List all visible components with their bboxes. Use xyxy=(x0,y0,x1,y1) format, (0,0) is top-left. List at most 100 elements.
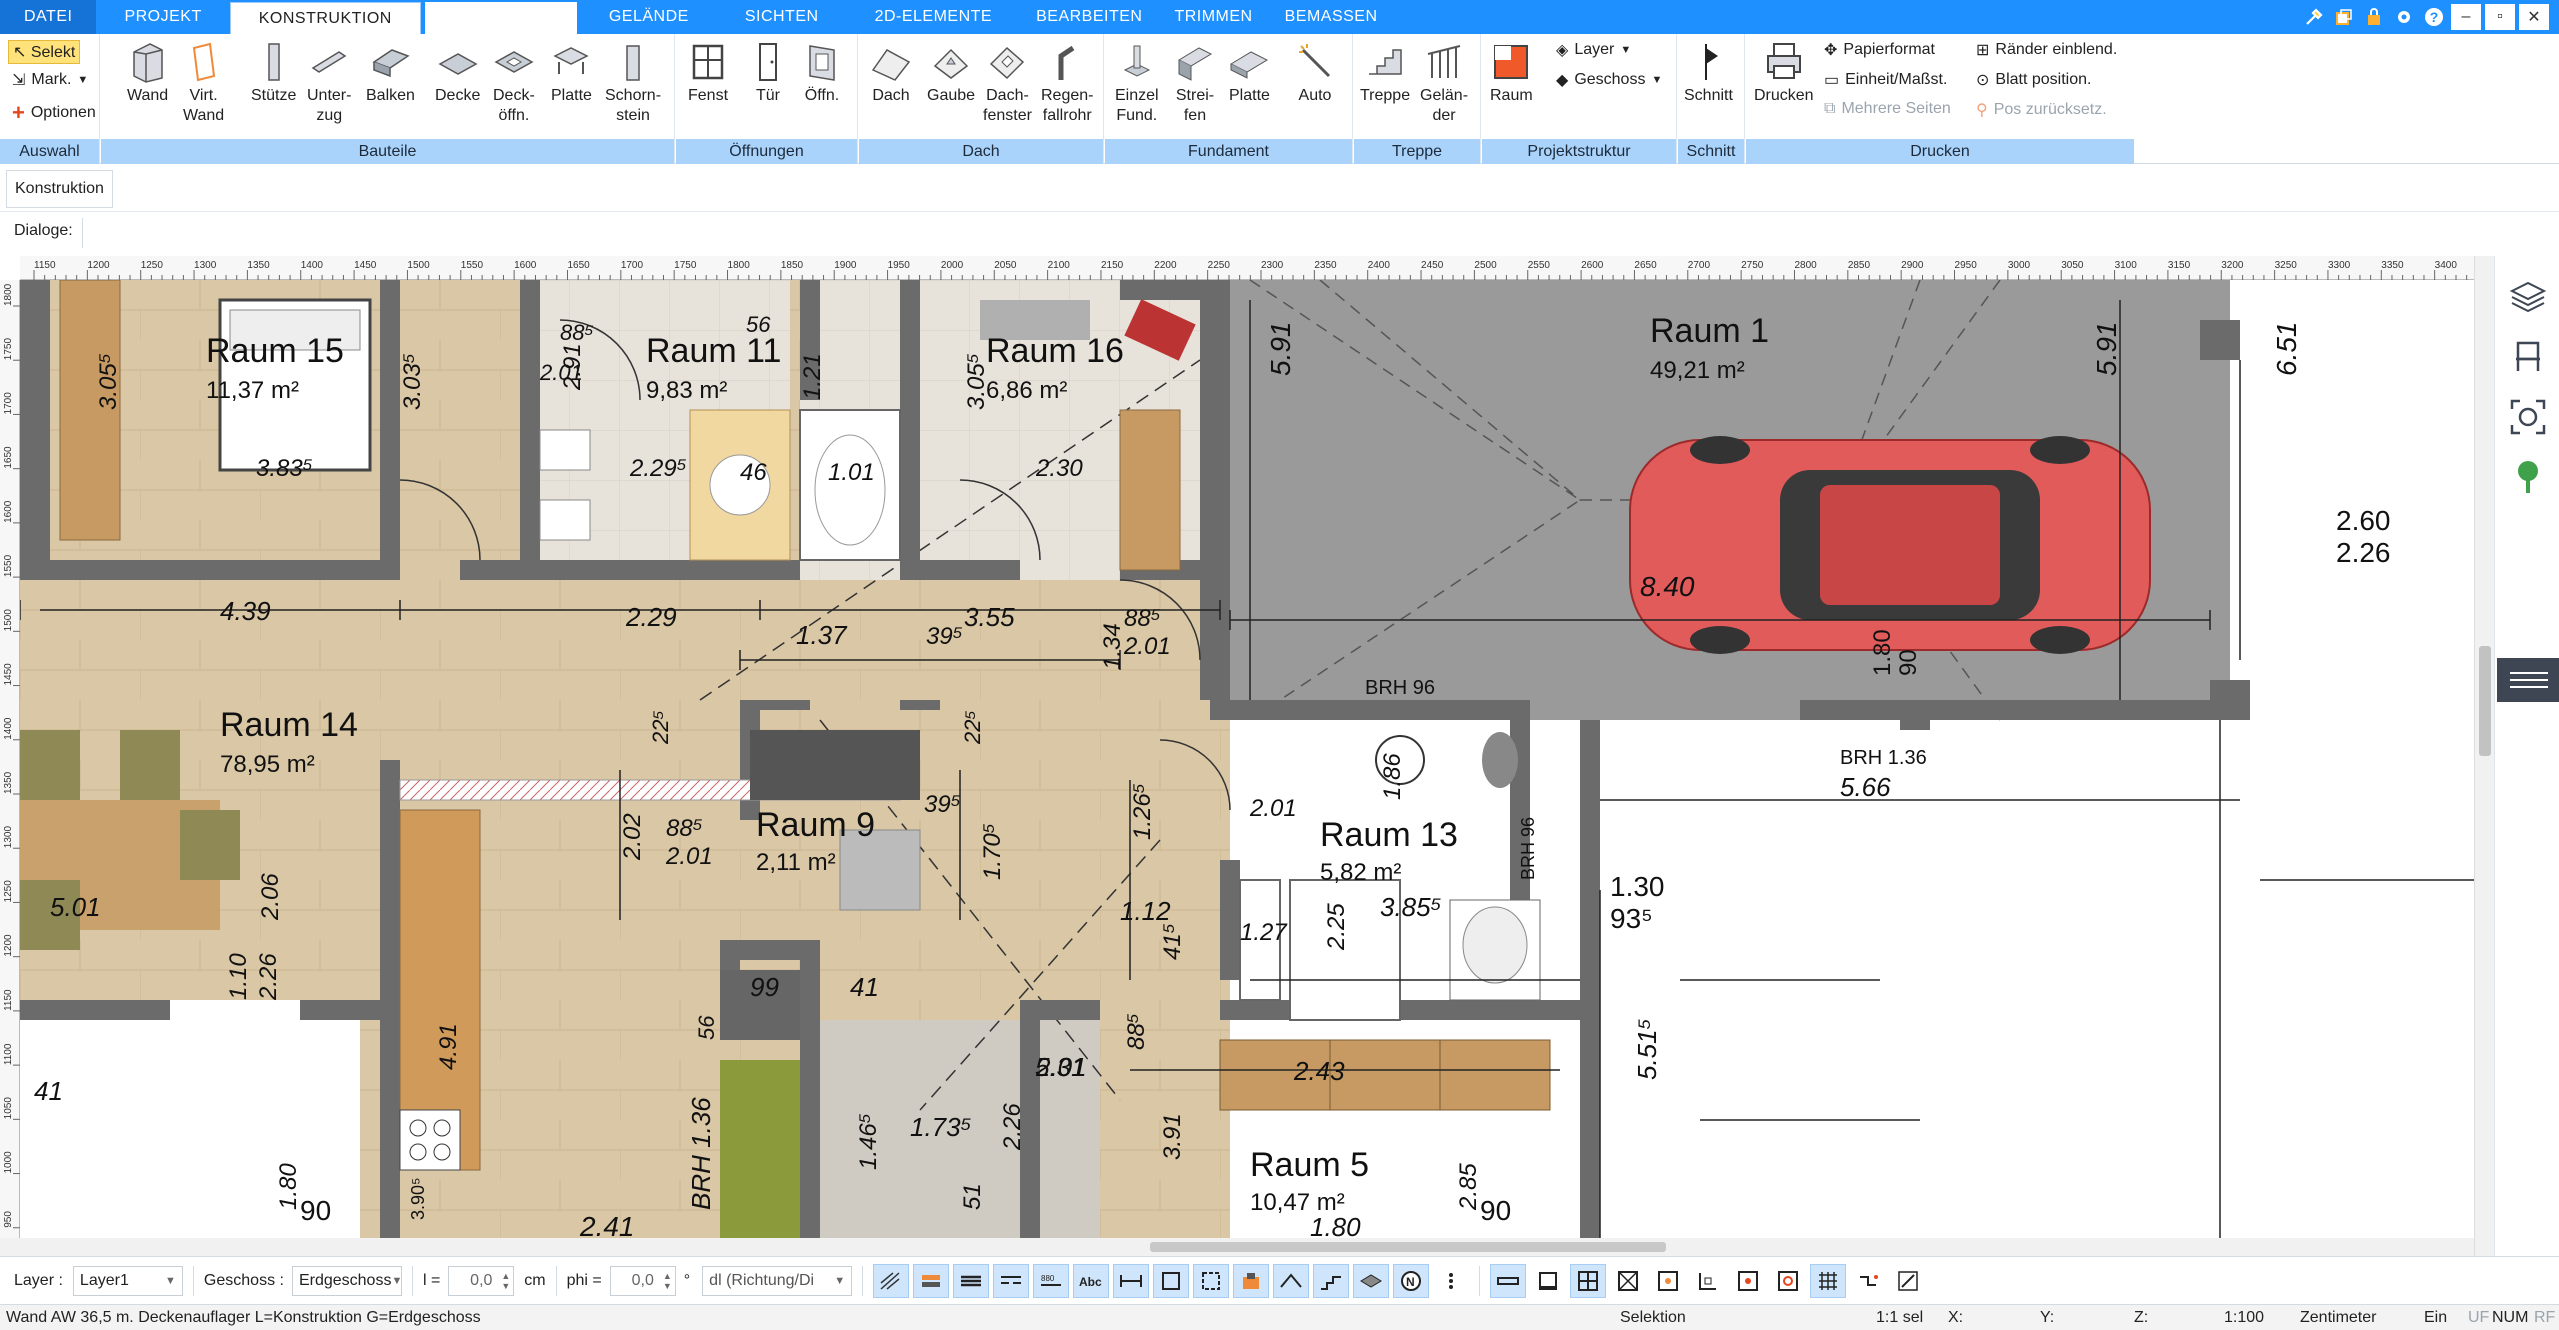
schnitt-button[interactable]: Schnitt xyxy=(1684,40,1733,106)
drucken-button[interactable]: Drucken xyxy=(1754,40,1814,106)
virt-wand-button[interactable]: Virt. Wand xyxy=(183,40,224,126)
line-thick-icon[interactable] xyxy=(953,1263,990,1298)
layer-select[interactable]: Layer1 ▼ xyxy=(72,1265,183,1296)
view-arrow-icon[interactable] xyxy=(1890,1263,1927,1298)
unterzug-button[interactable]: Unter- zug xyxy=(307,40,351,126)
tab-blank[interactable] xyxy=(424,2,577,34)
dl-select[interactable]: dl (Richtung/Di ▼ xyxy=(702,1265,853,1296)
view-wall-icon[interactable] xyxy=(1490,1263,1527,1298)
tab-konstruktion[interactable]: KONSTRUKTION xyxy=(229,2,421,34)
tab-projekt[interactable]: PROJEKT xyxy=(96,0,229,34)
hatch-wall-icon[interactable] xyxy=(873,1263,910,1298)
raum-button[interactable]: Raum xyxy=(1490,40,1533,106)
blatt-button[interactable]: ⊙ Blatt position. xyxy=(1976,70,2091,90)
vertical-scroll-thumb[interactable] xyxy=(2479,646,2491,756)
dimension-line-icon[interactable] xyxy=(1113,1263,1150,1298)
roof-view-icon[interactable] xyxy=(1273,1263,1310,1298)
mark-button[interactable]: ⇲ Mark. ▼ xyxy=(12,70,88,90)
tab-sichten[interactable]: SICHTEN xyxy=(717,0,847,34)
minimize-button[interactable]: – xyxy=(2451,4,2481,30)
vertical-scrollbar[interactable] xyxy=(2474,256,2494,1256)
phi-input[interactable]: 0,0 ▲ ▼ xyxy=(609,1265,676,1296)
text-abc-icon[interactable]: Abc xyxy=(1073,1263,1110,1298)
tab-trimmen[interactable]: TRIMMEN xyxy=(1158,0,1268,34)
horizontal-scrollbar[interactable] xyxy=(0,1238,2474,1256)
dachfenster-button[interactable]: Dach- fenster xyxy=(983,40,1032,126)
geschoss-dropdown[interactable]: ◆ Geschoss ▼ xyxy=(1556,70,1662,90)
view-ring-icon[interactable] xyxy=(1770,1263,1807,1298)
raender-button[interactable]: ⊞ Ränder einblend. xyxy=(1976,40,2117,60)
help-icon[interactable]: ? xyxy=(2421,4,2447,30)
frame-dashed-icon[interactable] xyxy=(1193,1263,1230,1298)
einzelfund-button[interactable]: Einzel Fund. xyxy=(1115,40,1159,126)
view-corner-icon[interactable] xyxy=(1690,1263,1727,1298)
layer-stack-icon[interactable] xyxy=(913,1263,950,1298)
view-target-icon[interactable] xyxy=(1730,1263,1767,1298)
spinner-icon[interactable]: ▲ ▼ xyxy=(501,1271,510,1291)
fundament-platte-button[interactable]: Platte xyxy=(1229,40,1270,106)
balken-button[interactable]: Balken xyxy=(366,40,415,106)
tab-bearbeiten[interactable]: BEARBEITEN xyxy=(1020,0,1158,34)
dim-text: 93⁵ xyxy=(1610,903,1653,934)
regenfallrohr-button[interactable]: Regen- fallrohr xyxy=(1041,40,1093,126)
fenster-button[interactable]: Fenst xyxy=(688,40,728,106)
more-options-icon[interactable] xyxy=(1433,1263,1470,1298)
tools-icon[interactable] xyxy=(2301,4,2327,30)
close-button[interactable]: ✕ xyxy=(2519,4,2549,30)
gelaender-button[interactable]: Gelän- der xyxy=(1420,40,1468,126)
window-restore-icon[interactable] xyxy=(2331,4,2357,30)
treppe-button[interactable]: Treppe xyxy=(1360,40,1410,106)
view-hatch-grid-icon[interactable] xyxy=(1810,1263,1847,1298)
menu-panel-icon[interactable] xyxy=(2497,658,2559,702)
optionen-button[interactable]: + Optionen xyxy=(12,100,96,126)
pos-reset-button[interactable]: ⚲ Pos zurücksetz. xyxy=(1976,100,2107,120)
l-input[interactable]: 0,0 ▲ ▼ xyxy=(448,1265,515,1296)
papierformat-button[interactable]: ✥ Papierformat xyxy=(1824,40,1935,60)
chair-icon[interactable] xyxy=(2507,336,2549,378)
view-cross-icon[interactable] xyxy=(1610,1263,1647,1298)
wand-button[interactable]: Wand xyxy=(127,40,168,106)
floor-plan[interactable]: Raum 15 11,37 m² Raum 11 9,83 m² Raum 16… xyxy=(19,279,2474,1243)
slab-view-icon[interactable] xyxy=(1353,1263,1390,1298)
mehrere-seiten-button[interactable]: ⧉ Mehrere Seiten xyxy=(1824,100,1951,118)
oeffnung-button[interactable]: Öffn. xyxy=(802,40,842,106)
tuer-button[interactable]: Tür xyxy=(748,40,788,106)
decke-button[interactable]: Decke xyxy=(435,40,480,106)
layer-dropdown[interactable]: ◈ Layer ▼ xyxy=(1556,40,1631,60)
view-box-icon[interactable] xyxy=(1530,1263,1567,1298)
frame-icon[interactable] xyxy=(1153,1263,1190,1298)
deckoeffn-button[interactable]: Deck- öffn. xyxy=(493,40,535,126)
drawing-area[interactable]: 1150 1200 1250 1300 1350 1400 1450 1500 1550 1600… xyxy=(0,256,2494,1256)
tree-icon[interactable] xyxy=(2507,456,2549,498)
dimension-value-icon[interactable]: 880 xyxy=(1033,1263,1070,1298)
tab-bemassen[interactable]: BEMASSEN xyxy=(1269,0,1394,34)
konstruktion-tab[interactable]: Konstruktion xyxy=(6,170,113,208)
settings-icon[interactable] xyxy=(2391,4,2417,30)
dach-button[interactable]: Dach xyxy=(871,40,911,106)
horizontal-scroll-thumb[interactable] xyxy=(1150,1242,1666,1252)
furniture-icon[interactable] xyxy=(1233,1263,1270,1298)
selekt-button[interactable]: ↖ Selekt xyxy=(8,40,81,64)
tab-datei[interactable]: DATEI xyxy=(0,0,97,34)
north-arrow-icon[interactable]: N xyxy=(1393,1263,1430,1298)
maximize-button[interactable]: ▫ xyxy=(2485,4,2515,30)
geschoss-select[interactable]: Erdgeschoss ▼ xyxy=(291,1265,402,1296)
layers-panel-icon[interactable] xyxy=(2507,276,2549,318)
stuetze-button[interactable]: Stütze xyxy=(251,40,296,106)
schornstein-button[interactable]: Schorn- stein xyxy=(605,40,661,126)
view-grid-icon[interactable] xyxy=(1570,1263,1607,1298)
spinner-icon[interactable]: ▲ ▼ xyxy=(663,1271,672,1291)
auto-button[interactable]: Auto xyxy=(1295,40,1335,106)
einheit-button[interactable]: ▭ Einheit/Maßst. xyxy=(1824,70,1947,90)
lock-icon[interactable] xyxy=(2361,4,2387,30)
tab-gelaende[interactable]: GELÄNDE xyxy=(581,0,717,34)
fit-view-icon[interactable] xyxy=(2507,396,2549,438)
view-snap-icon[interactable] xyxy=(1850,1263,1887,1298)
line-dashed-icon[interactable] xyxy=(993,1263,1030,1298)
gaube-button[interactable]: Gaube xyxy=(927,40,975,106)
streifen-button[interactable]: Strei- fen xyxy=(1175,40,1215,126)
platte-button[interactable]: Platte xyxy=(551,40,592,106)
view-picture-icon[interactable] xyxy=(1650,1263,1687,1298)
tab-2d-elemente[interactable]: 2D-ELEMENTE xyxy=(847,0,1021,34)
stairs-view-icon[interactable] xyxy=(1313,1263,1350,1298)
